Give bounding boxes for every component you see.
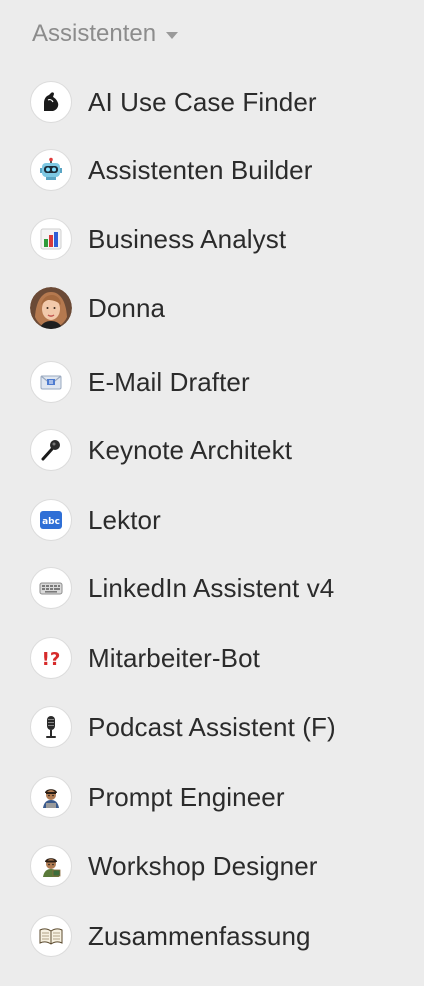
bar-chart-icon xyxy=(30,218,72,260)
assistant-label: E-Mail Drafter xyxy=(88,366,250,397)
assistant-item-ai-use-case-finder[interactable]: AI Use Case Finder xyxy=(30,80,317,124)
assistant-label: Mitarbeiter-Bot xyxy=(88,642,260,673)
assistant-item-business-analyst[interactable]: Business Analyst xyxy=(30,217,286,261)
flexed-biceps-icon xyxy=(30,81,72,123)
assistant-label: Workshop Designer xyxy=(88,850,318,881)
assistant-label: Donna xyxy=(88,292,166,323)
svg-text:!?: !? xyxy=(42,649,61,670)
assistant-item-podcast-assistent-f[interactable]: Podcast Assistent (F) xyxy=(30,705,336,749)
envelope-icon xyxy=(30,361,72,403)
caret-down-icon xyxy=(166,31,179,39)
section-title: Assistenten xyxy=(32,20,157,47)
donna-avatar xyxy=(30,287,72,329)
robot-icon xyxy=(30,149,72,191)
microphone-icon xyxy=(30,429,72,471)
assistants-section-header[interactable]: Assistenten xyxy=(32,18,179,50)
assistant-item-workshop-designer[interactable]: Workshop Designer xyxy=(30,844,318,888)
studio-microphone-icon xyxy=(30,706,72,748)
assistant-label: Zusammenfassung xyxy=(88,920,311,951)
assistant-label: LinkedIn Assistent v4 xyxy=(88,572,335,603)
svg-text:abc: abc xyxy=(42,517,60,527)
keyboard-icon xyxy=(30,567,72,609)
assistant-item-e-mail-drafter[interactable]: E-Mail Drafter xyxy=(30,360,250,404)
assistant-item-mitarbeiter-bot[interactable]: !? Mitarbeiter-Bot xyxy=(30,636,260,680)
assistant-label: AI Use Case Finder xyxy=(88,86,317,117)
assistant-item-keynote-architekt[interactable]: Keynote Architekt xyxy=(30,428,292,472)
abc-icon: abc xyxy=(30,499,72,541)
assistant-label: Podcast Assistent (F) xyxy=(88,711,336,742)
exclamation-question-icon: !? xyxy=(30,637,72,679)
assistant-label: Business Analyst xyxy=(88,223,287,254)
assistant-item-linkedin-assistent-v4[interactable]: LinkedIn Assistent v4 xyxy=(30,566,334,610)
assistant-label: Keynote Architekt xyxy=(88,434,293,465)
assistant-label: Assistenten Builder xyxy=(88,154,313,185)
assistant-item-prompt-engineer[interactable]: Prompt Engineer xyxy=(30,775,285,819)
teacher-icon xyxy=(30,845,72,887)
assistant-label: Prompt Engineer xyxy=(88,781,285,812)
assistant-item-lektor[interactable]: abc Lektor xyxy=(30,498,161,542)
open-book-icon xyxy=(30,915,72,957)
assistant-item-zusammenfassung[interactable]: Zusammenfassung xyxy=(30,914,311,958)
assistant-item-assistenten-builder[interactable]: Assistenten Builder xyxy=(30,148,312,192)
assistant-item-donna[interactable]: Donna xyxy=(30,286,165,330)
technologist-icon xyxy=(30,776,72,818)
assistant-label: Lektor xyxy=(88,504,161,535)
